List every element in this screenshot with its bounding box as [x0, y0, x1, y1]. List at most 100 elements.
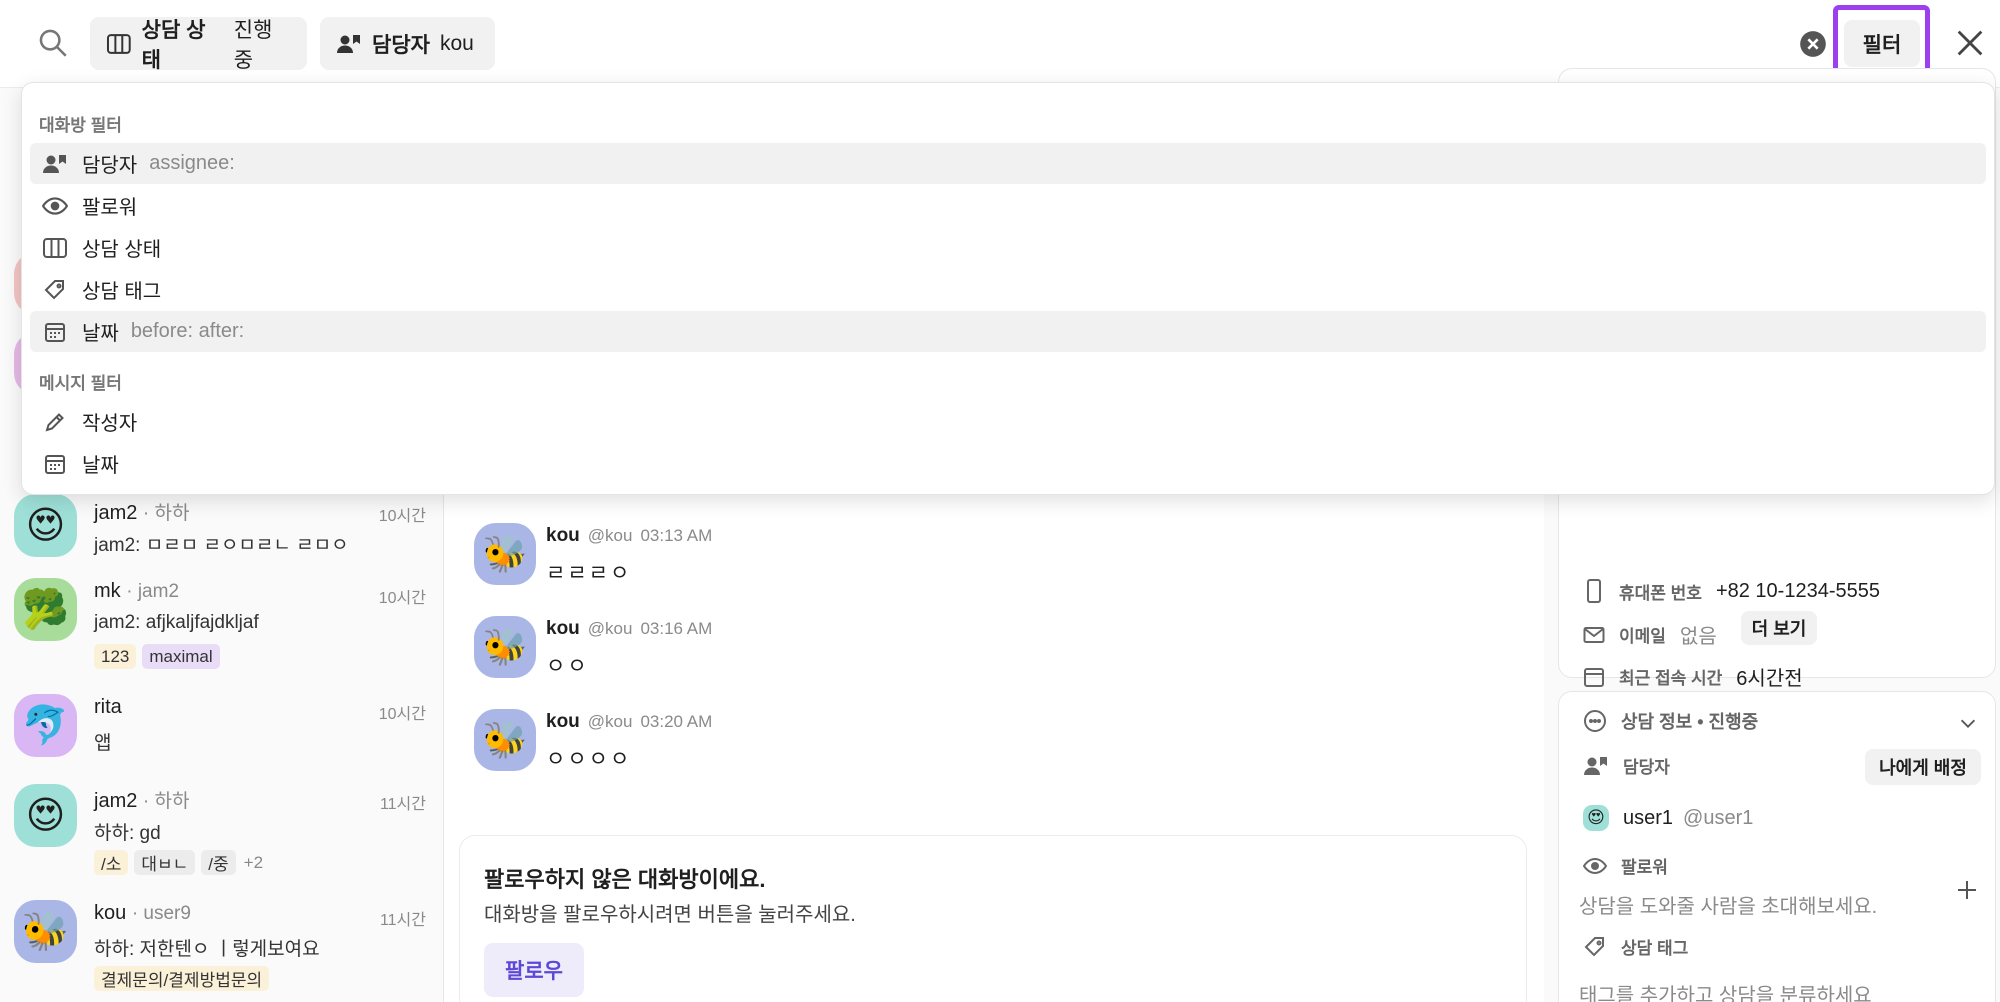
filter-option-follower[interactable]: 팔로워: [30, 185, 1986, 226]
eye-icon: [42, 196, 68, 215]
assignee-name: user1: [1623, 806, 1674, 829]
conv-name-wrap: jam2 · 하하: [94, 498, 190, 525]
pencil-icon: [45, 412, 64, 431]
option-label: 담당자: [82, 155, 138, 177]
email-row: 이메일 없음: [1583, 620, 1717, 649]
assignee-icon: [43, 154, 66, 173]
phone-value: +82 10-1234-5555: [1715, 579, 1880, 602]
message-author: kou: [546, 618, 580, 639]
follow-description: 대화방을 팔로우하시려면 버튼을 눌러주세요.: [484, 904, 856, 926]
conv-name: jam2: [94, 502, 138, 524]
follow-button[interactable]: 팔로우: [484, 943, 584, 997]
message-time: 03:13 AM: [640, 526, 713, 545]
conv-name-wrap: mk · jam2: [94, 580, 179, 603]
assignee-label: 담당자: [1623, 758, 1670, 777]
option-label: 팔로워: [82, 197, 138, 219]
conv-message: jam2: afjkaljfajdkljaf: [94, 612, 259, 633]
conv-name-wrap: kou · user9: [94, 902, 191, 925]
search-icon[interactable]: [36, 26, 70, 60]
conv-name: kou: [94, 902, 127, 924]
email-label: 이메일: [1619, 627, 1666, 646]
avatar: 🐝: [474, 616, 536, 678]
message-text: ㅇㅇㅇㅇ: [546, 748, 632, 771]
conv-time: 10시간: [378, 508, 426, 525]
message-handle: @kou: [587, 619, 633, 638]
chevron-down-icon[interactable]: [1957, 712, 1979, 734]
assignee-filter-chip[interactable]: 담당자 kou: [320, 17, 495, 70]
phone-icon: [1587, 579, 1601, 603]
filter-option-message-date[interactable]: 날짜: [30, 443, 1986, 484]
message-time: 03:16 AM: [640, 619, 713, 638]
conv-name-wrap: rita: [94, 696, 122, 719]
tag-icon: [44, 279, 64, 299]
tag-more: +2: [243, 852, 264, 872]
follower-label: 팔로워: [1621, 858, 1668, 877]
clear-icon[interactable]: [1799, 30, 1827, 58]
tag-list: 결제문의/결제방법문의: [94, 966, 270, 991]
conv-time: 10시간: [378, 706, 426, 723]
follower-hint: 상담을 도와줄 사람을 초대해보세요.: [1579, 896, 1878, 918]
conv-time: 11시간: [379, 912, 426, 929]
conv-time: 11시간: [379, 796, 426, 813]
message-header: kou @kou 03:20 AM: [546, 711, 712, 733]
filter-option-author[interactable]: 작성자: [30, 401, 1986, 442]
conv-sub: · user9: [131, 903, 191, 924]
assignee-icon: [1584, 756, 1607, 775]
calendar-icon: [1584, 667, 1604, 687]
phone-label: 휴대폰 번호: [1619, 583, 1702, 603]
filter-option-tag[interactable]: 상담 태그: [30, 269, 1986, 310]
list-item[interactable]: 😍 jam2 · 하하 11시간 하하: gd /소 대ㅂㄴ /중 +2: [0, 778, 443, 894]
filter-option-status[interactable]: 상담 상태: [30, 227, 1986, 268]
filter-option-date[interactable]: 날짜 before: after:: [30, 311, 1986, 352]
tag: /소: [94, 850, 129, 875]
conv-message: 앱: [94, 733, 112, 754]
message-author: kou: [546, 525, 580, 546]
conv-sub: · 하하: [142, 503, 190, 524]
assign-me-button[interactable]: 나에게 배정: [1865, 749, 1981, 785]
option-label: 작성자: [82, 413, 138, 435]
mail-icon: [1583, 626, 1605, 643]
last-seen-row: 최근 접속 시간 6시간전: [1583, 662, 1803, 691]
tag-hint: 태그를 추가하고 상담을 분류하세요: [1579, 985, 1872, 1002]
filter-option-assignee[interactable]: 담당자 assignee:: [30, 143, 1986, 184]
conv-name: jam2: [94, 790, 138, 812]
option-label: 상담 태그: [82, 281, 162, 303]
conv-name-wrap: jam2 · 하하: [94, 786, 190, 813]
conv-name: rita: [94, 696, 122, 718]
plus-icon[interactable]: [1955, 878, 1979, 902]
conv-message: 하하: gd: [94, 823, 161, 844]
calendar-icon: [45, 454, 65, 474]
conv-name: mk: [94, 580, 121, 602]
message-handle: @kou: [587, 712, 633, 731]
conv-sub: · 하하: [142, 791, 190, 812]
chat-bubble-icon: [1584, 710, 1606, 732]
consult-info-header[interactable]: 상담 정보 • 진행중: [1583, 708, 1772, 734]
avatar: 😍: [1583, 805, 1609, 831]
message-header: kou @kou 03:16 AM: [546, 618, 712, 640]
option-label: 상담 상태: [82, 239, 162, 261]
board-icon: [106, 33, 131, 54]
tag-label: 상담 태그: [1621, 939, 1689, 958]
conv-message: jam2: ㅁㄹㅁ ㄹㅇㅁㄹㄴ ㄹㅁㅇ: [94, 535, 349, 556]
list-item[interactable]: 🥦 mk · jam2 10시간 jam2: afjkaljfajdkljaf …: [0, 572, 443, 688]
board-icon: [43, 237, 67, 258]
conv-message: 하하: 저한텐ㅇ ㅣ렇게보여요: [94, 939, 320, 960]
avatar: 🐝: [14, 900, 77, 963]
avatar: 😍: [14, 494, 77, 557]
status-filter-chip[interactable]: 상담 상태 진행중: [90, 17, 307, 72]
list-item[interactable]: 🐬 rita 10시간 앱: [0, 688, 443, 772]
more-button[interactable]: 더 보기: [1741, 611, 1817, 645]
chip-value: kou: [439, 31, 474, 55]
list-item[interactable]: 🐝 kou · user9 11시간 하하: 저한텐ㅇ ㅣ렇게보여요 결제문의/…: [0, 894, 443, 1002]
option-hint: assignee:: [149, 152, 235, 174]
option-label: 날짜: [82, 455, 119, 477]
conv-time: 10시간: [378, 590, 426, 607]
message-header: kou @kou 03:13 AM: [546, 525, 712, 547]
follower-row: 팔로워: [1583, 853, 1682, 878]
avatar: 🐬: [14, 694, 77, 757]
assignee-handle: @user1: [1683, 806, 1754, 829]
assignee-icon: [337, 34, 360, 53]
close-icon[interactable]: [1953, 26, 1987, 60]
last-seen-value: 6시간전: [1736, 668, 1803, 690]
follow-prompt-card: 팔로우하지 않은 대화방이에요. 대화방을 팔로우하시려면 버튼을 눌러주세요.…: [459, 835, 1527, 1002]
